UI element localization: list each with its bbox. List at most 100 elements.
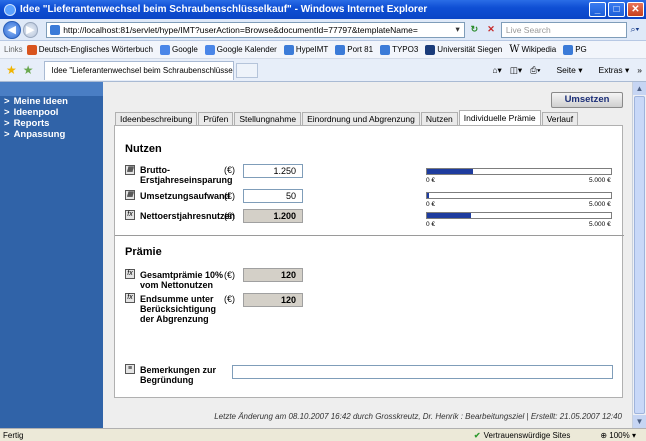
nutzen-unit-brutto: (€) [224, 165, 235, 175]
scroll-up-icon[interactable]: ▲ [633, 82, 646, 95]
nutzen-label-nettoerstjahresnutzen: Nettoerstjahresnutzen [140, 211, 236, 221]
bar-umsetzungsaufwand-min: 0 € [426, 201, 436, 208]
browser-tab-title: Idee "Lieferantenwechsel beim Schraubens… [51, 66, 234, 75]
zoom-level[interactable]: ⊕ 100% ▾ [600, 431, 636, 440]
browser-tab-active[interactable]: Idee "Lieferantenwechsel beim Schraubens… [43, 60, 234, 80]
section-title-praemie: Prämie [125, 246, 162, 258]
search-icon[interactable]: ⌕▾ [630, 24, 646, 35]
window-title: Idee "Lieferantenwechsel beim Schraubens… [20, 4, 428, 15]
link-google-kalender[interactable]: Google Kalender [204, 44, 277, 55]
tab-ideenbeschreibung[interactable]: Ideenbeschreibung [115, 112, 198, 125]
scroll-down-icon[interactable]: ▼ [633, 415, 646, 428]
remarks-input[interactable] [232, 365, 613, 379]
scroll-thumb[interactable] [634, 96, 645, 414]
section-divider [115, 235, 624, 236]
nettoerstjahresnutzen-value: 1.200 [243, 209, 303, 223]
status-bar: Fertig ✔ Vertrauenswürdige Sites ⊕ 100% ▾ [0, 428, 646, 441]
bar-nettoerstjahresnutzen-min: 0 € [426, 221, 436, 228]
link-google[interactable]: Google [159, 44, 198, 55]
praemie-unit-gesamt: (€) [224, 270, 235, 280]
security-zone: ✔ Vertrauenswürdige Sites [473, 430, 571, 440]
tab-pruefen[interactable]: Prüfen [198, 112, 234, 125]
calculator-icon: ▦ [125, 190, 135, 200]
address-bar[interactable]: http://localhost:81/servlet/hype/IMT?use… [46, 21, 465, 38]
remarks-label: Bemerkungen zur Begründung [140, 365, 217, 385]
last-modified-footer: Letzte Änderung am 08.10.2007 16:42 durc… [214, 412, 622, 421]
new-tab-button[interactable] [235, 62, 258, 78]
bar-nettoerstjahresnutzen [426, 212, 612, 219]
page-icon [50, 24, 61, 35]
check-icon: ✔ [473, 430, 481, 440]
sidebar-header-stripe [0, 82, 103, 96]
globe-icon: ⊕ [600, 430, 608, 440]
refresh-icon[interactable]: ↻ [468, 23, 482, 37]
minimize-button[interactable]: _ [589, 2, 606, 17]
text-field-icon: ≡ [125, 364, 135, 374]
nutzen-unit-nettoerstjahresnutzen: (€) [224, 211, 235, 221]
praemie-unit-endsumme: (€) [224, 294, 235, 304]
window-titlebar: Idee "Lieferantenwechsel beim Schraubens… [0, 0, 646, 19]
sidebar-item-reports[interactable]: > Reports [0, 118, 103, 129]
bar-umsetzungsaufwand-fill [427, 193, 429, 198]
praemie-label-gesamt: Gesamtprämie 10% vom Nettonutzen [140, 270, 224, 290]
favorites-star-icon[interactable]: ★ [6, 63, 17, 77]
sidebar-item-ideenpool[interactable]: > Ideenpool [0, 107, 103, 118]
bar-nettoerstjahresnutzen-max: 5.000 € [589, 221, 611, 228]
tab-nutzen[interactable]: Nutzen [420, 112, 458, 125]
bar-umsetzungsaufwand [426, 192, 612, 199]
stop-icon[interactable]: ✕ [484, 23, 498, 37]
bar-nettoerstjahresnutzen-fill [427, 213, 472, 218]
maximize-button[interactable]: □ [608, 2, 625, 17]
more-icon[interactable]: » [637, 65, 642, 75]
home-icon[interactable]: ⌂▾ [492, 65, 501, 76]
address-dropdown-icon[interactable]: ▾ [452, 24, 464, 35]
link-hypeimt[interactable]: HypeIMT [283, 44, 328, 55]
page-scrollbar[interactable]: ▲ ▼ [632, 82, 646, 428]
nutzen-unit-umsetzungsaufwand: (€) [224, 191, 235, 201]
extras-menu[interactable]: Extras ▾ [591, 65, 630, 76]
tab-individuelle-praemie[interactable]: Individuelle Prämie [458, 110, 541, 125]
address-url[interactable]: http://localhost:81/servlet/hype/IMT?use… [63, 25, 451, 35]
tab-stellungnahme[interactable]: Stellungnahme [234, 112, 302, 125]
page-menu[interactable]: Seite ▾ [549, 65, 583, 76]
calculator-icon: ▦ [125, 165, 135, 175]
formula-icon: fx [125, 293, 135, 303]
umsetzen-button[interactable]: Umsetzen [551, 92, 623, 108]
close-button[interactable]: ✕ [627, 2, 644, 17]
links-label: Links [4, 45, 23, 54]
formula-icon: fx [125, 269, 135, 279]
form-panel: Nutzen ▦ Brutto- Erstjahreseinsparung (€… [114, 125, 624, 398]
back-button[interactable]: ◀ [3, 20, 21, 39]
praemie-label-endsumme: Endsumme unter Berücksichtigung der Abgr… [140, 294, 217, 324]
command-bar: ⌂▾ ◫▾ ⎙▾ Seite ▾ Extras ▾ » [484, 65, 646, 76]
address-toolbar: ◀ ▶ http://localhost:81/servlet/hype/IMT… [0, 19, 646, 41]
forward-button[interactable]: ▶ [22, 21, 39, 38]
umsetzungsaufwand-input[interactable]: 50 [243, 189, 303, 203]
sidebar: > Meine Ideen > Ideenpool > Reports > Anpass… [0, 82, 103, 428]
link-dict[interactable]: Deutsch-Englisches Wörterbuch [26, 44, 153, 55]
tab-einordnung[interactable]: Einordnung und Abgrenzung [302, 112, 420, 125]
main-content: Umsetzen Ideenbeschreibung Prüfen Stellu… [103, 82, 632, 428]
search-input[interactable]: Live Search [500, 21, 628, 38]
print-icon[interactable]: ⎙▾ [530, 65, 540, 76]
nutzen-label-brutto: Brutto- Erstjahreseinsparung [140, 165, 233, 185]
bar-brutto-max: 5.000 € [589, 177, 611, 184]
tab-verlauf[interactable]: Verlauf [541, 112, 579, 125]
sidebar-item-anpassung[interactable]: > Anpassung [0, 129, 103, 140]
link-typo3[interactable]: TYPO3 [380, 44, 418, 55]
ie-icon [4, 3, 16, 16]
link-wikipedia[interactable]: W Wikipedia [509, 44, 556, 55]
nutzen-label-umsetzungsaufwand: Umsetzungsaufwand [140, 191, 231, 201]
add-favorites-icon[interactable]: ★ [23, 63, 34, 77]
form-tabs: Ideenbeschreibung Prüfen Stellungnahme E… [115, 110, 579, 125]
endsumme-value: 120 [243, 293, 303, 307]
brutto-einsparung-input[interactable]: 1.250 [243, 164, 303, 178]
link-uni-siegen[interactable]: Universität Siegen [425, 44, 502, 55]
bar-brutto-fill [427, 169, 473, 174]
sidebar-item-meine-ideen[interactable]: > Meine Ideen [0, 96, 103, 107]
status-text: Fertig [3, 430, 24, 440]
link-port81[interactable]: Port 81 [335, 44, 373, 55]
bar-umsetzungsaufwand-max: 5.000 € [589, 201, 611, 208]
link-pg[interactable]: PG [563, 44, 587, 55]
feeds-icon[interactable]: ◫▾ [510, 65, 522, 76]
